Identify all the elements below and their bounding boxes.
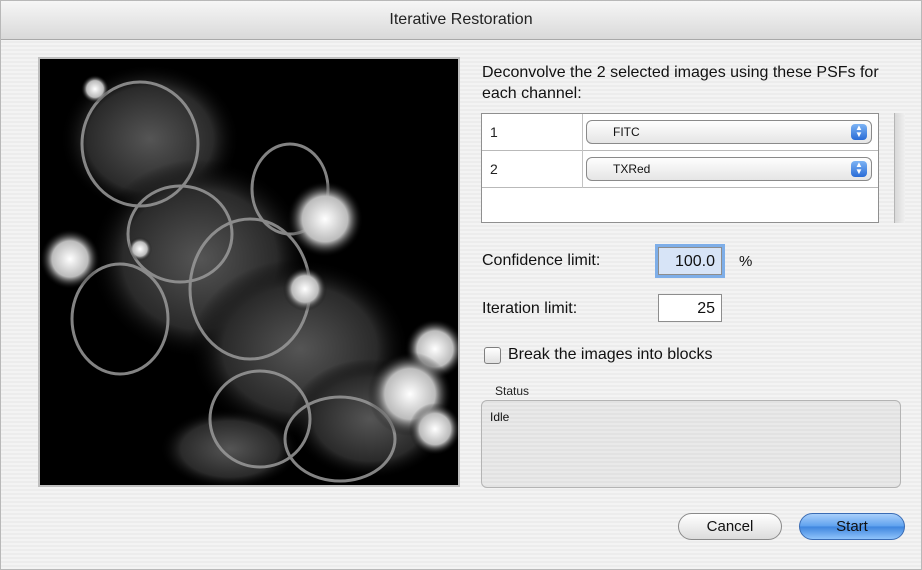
image-preview [38, 57, 460, 487]
psf-popup-channel-1[interactable]: FITC ▲ ▼ [586, 120, 872, 144]
instructions-text: Deconvolve the 2 selected images using t… [482, 64, 879, 102]
cancel-button[interactable]: Cancel [678, 513, 782, 540]
psf-table: 1 FITC ▲ ▼ 2 TXRed ▲ ▼ [481, 113, 879, 223]
window-title: Iterative Restoration [1, 1, 921, 40]
column-divider [582, 151, 583, 188]
status-group-title: Status [495, 384, 530, 398]
column-divider [582, 114, 583, 151]
popup-value: FITC [613, 125, 640, 139]
channel-index: 2 [490, 161, 498, 177]
dialog-window: Iterative Restoration Deconvolve the 2 s… [0, 0, 922, 570]
percent-unit: % [739, 253, 753, 270]
psf-row: 1 FITC ▲ ▼ [482, 114, 878, 151]
start-button[interactable]: Start [799, 513, 905, 540]
psf-row: 2 TXRed ▲ ▼ [482, 151, 878, 188]
popup-value: TXRed [613, 162, 651, 176]
micrograph-image [40, 59, 458, 485]
iteration-limit-label: Iteration limit: [482, 300, 578, 317]
break-into-blocks-label[interactable]: Break the images into blocks [508, 346, 713, 364]
status-text: Idle [490, 410, 510, 424]
confidence-limit-field[interactable]: 100.0 [655, 244, 725, 278]
up-down-arrows-icon: ▲ ▼ [851, 161, 867, 177]
psf-popup-channel-2[interactable]: TXRed ▲ ▼ [586, 157, 872, 181]
confidence-limit-label: Confidence limit: [482, 252, 601, 269]
break-into-blocks-checkbox[interactable] [484, 347, 501, 364]
psf-table-scrollbar[interactable] [894, 113, 905, 223]
up-down-arrows-icon: ▲ ▼ [851, 124, 867, 140]
status-box: Idle [481, 400, 901, 488]
channel-index: 1 [490, 124, 498, 140]
iteration-limit-field[interactable]: 25 [658, 294, 722, 322]
